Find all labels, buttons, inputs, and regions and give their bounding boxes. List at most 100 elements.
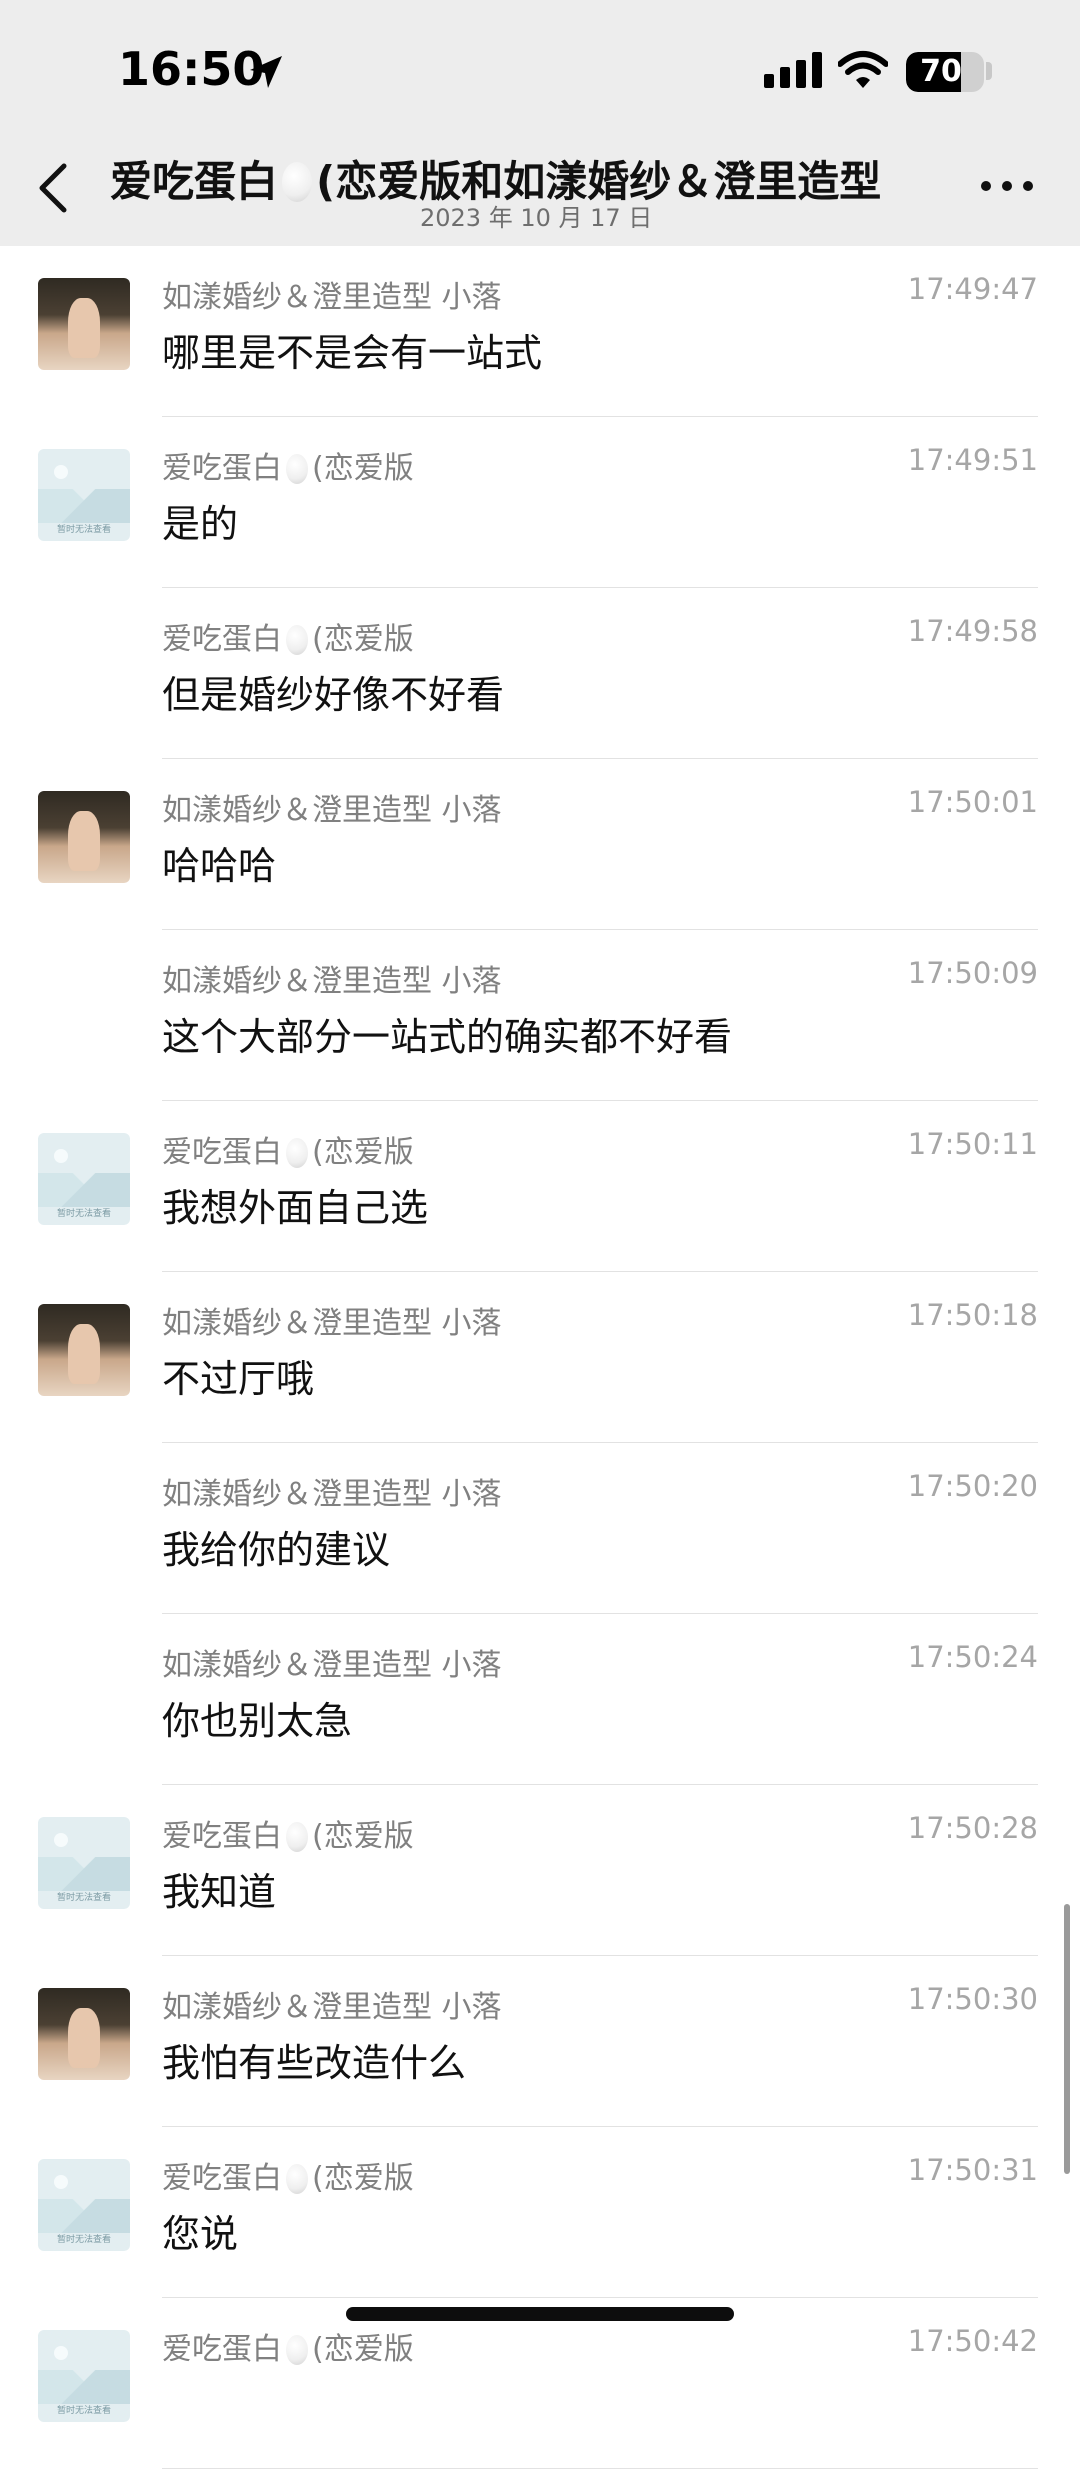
- chat-title-prefix: 爱吃蛋白: [110, 157, 279, 206]
- battery-tip: [986, 62, 992, 80]
- message-item[interactable]: 如漾婚纱＆澄里造型 小落 17:50:18 不过厅哦: [0, 1272, 1080, 1443]
- sender-name: 如漾婚纱＆澄里造型 小落: [162, 785, 502, 829]
- message-time: 17:50:01: [907, 785, 1038, 819]
- home-indicator[interactable]: [346, 2307, 734, 2321]
- sender-name-text: 如漾婚纱＆澄里造型 小落: [162, 280, 502, 315]
- egg-emoji-icon: [286, 2164, 308, 2194]
- egg-emoji-icon: [286, 454, 308, 484]
- avatar[interactable]: [38, 278, 130, 370]
- message-text: 您说: [162, 2212, 239, 2256]
- sender-name-text: 如漾婚纱＆澄里造型 小落: [162, 964, 502, 999]
- message-time: 17:50:11: [907, 1127, 1038, 1161]
- sender-name: 如漾婚纱＆澄里造型 小落: [162, 1469, 502, 1513]
- avatar-placeholder-label: 暂时无法查看: [56, 1893, 111, 1903]
- message-item[interactable]: 如漾婚纱＆澄里造型 小落 17:50:09 这个大部分一站式的确实都不好看: [0, 930, 1080, 1101]
- message-item[interactable]: 暂时无法查看 爱吃蛋白 (恋爱版 17:49:51 是的: [0, 417, 1080, 588]
- message-item[interactable]: 暂时无法查看 爱吃蛋白 (恋爱版 17:50:28 我知道: [0, 1785, 1080, 1956]
- avatar[interactable]: 暂时无法查看: [38, 2330, 130, 2422]
- avatar[interactable]: [38, 1988, 130, 2080]
- message-text: 你也别太急: [162, 1699, 353, 1743]
- sender-name-text: 如漾婚纱＆澄里造型 小落: [162, 1477, 502, 1512]
- sender-name: 爱吃蛋白 (恋爱版: [162, 443, 414, 487]
- signal-icon: [764, 52, 822, 88]
- message-time: 17:50:18: [907, 1298, 1038, 1332]
- avatar-placeholder-label: 暂时无法查看: [56, 1209, 111, 1219]
- message-text: 这个大部分一站式的确实都不好看: [162, 1015, 733, 1059]
- avatar-placeholder-label: 暂时无法查看: [56, 2406, 111, 2416]
- message-text: 哪里是不是会有一站式: [162, 331, 543, 375]
- message-item[interactable]: 如漾婚纱＆澄里造型 小落 17:50:20 我给你的建议: [0, 1443, 1080, 1614]
- avatar[interactable]: [38, 1304, 130, 1396]
- sender-name-text: 爱吃蛋白: [162, 2332, 282, 2367]
- message-time: 17:49:47: [907, 272, 1038, 306]
- sender-name: 爱吃蛋白 (恋爱版: [162, 1811, 414, 1855]
- avatar-placeholder-label: 暂时无法查看: [56, 525, 111, 535]
- sender-name-text: 如漾婚纱＆澄里造型 小落: [162, 1306, 502, 1341]
- avatar[interactable]: [38, 791, 130, 883]
- avatar-placeholder-label: 暂时无法查看: [56, 2235, 111, 2245]
- back-icon[interactable]: [34, 160, 74, 216]
- battery-percent: 70: [920, 54, 962, 89]
- location-arrow-icon: [250, 56, 282, 88]
- more-icon[interactable]: [980, 178, 1034, 194]
- message-time: 17:49:58: [907, 614, 1038, 648]
- message-item[interactable]: 如漾婚纱＆澄里造型 小落 17:49:47 哪里是不是会有一站式: [0, 246, 1080, 417]
- message-item[interactable]: 如漾婚纱＆澄里造型 小落 17:50:24 你也别太急: [0, 1614, 1080, 1785]
- sender-name-text: 爱吃蛋白: [162, 622, 282, 657]
- message-time: 17:50:42: [907, 2324, 1038, 2358]
- message-text: 我知道: [162, 1870, 277, 1914]
- sender-name: 爱吃蛋白 (恋爱版: [162, 2153, 414, 2197]
- sender-name: 爱吃蛋白 (恋爱版: [162, 1127, 414, 1171]
- message-time: 17:50:30: [907, 1982, 1038, 2016]
- sender-name: 如漾婚纱＆澄里造型 小落: [162, 1640, 502, 1684]
- message-text: 但是婚纱好像不好看: [162, 673, 505, 717]
- avatar[interactable]: 暂时无法查看: [38, 1133, 130, 1225]
- status-time: 16:50: [118, 42, 265, 96]
- message-text: 哈哈哈: [162, 844, 277, 888]
- egg-emoji-icon: [286, 625, 308, 655]
- sender-name-suffix: (恋爱版: [312, 1135, 414, 1170]
- avatar[interactable]: 暂时无法查看: [38, 2159, 130, 2251]
- message-time: 17:50:28: [907, 1811, 1038, 1845]
- sender-name-text: 如漾婚纱＆澄里造型 小落: [162, 1990, 502, 2025]
- message-text: 我怕有些改造什么: [162, 2041, 467, 2085]
- sender-name-text: 爱吃蛋白: [162, 1819, 282, 1854]
- sender-name: 爱吃蛋白 (恋爱版: [162, 614, 414, 658]
- sender-name-text: 如漾婚纱＆澄里造型 小落: [162, 793, 502, 828]
- sender-name: 如漾婚纱＆澄里造型 小落: [162, 272, 502, 316]
- message-time: 17:50:31: [907, 2153, 1038, 2187]
- sender-name-text: 爱吃蛋白: [162, 451, 282, 486]
- egg-emoji-icon: [286, 1822, 308, 1852]
- sender-name: 如漾婚纱＆澄里造型 小落: [162, 956, 502, 1000]
- sender-name-text: 爱吃蛋白: [162, 1135, 282, 1170]
- sender-name-suffix: (恋爱版: [312, 2332, 414, 2367]
- wifi-icon: [838, 51, 888, 88]
- message-item[interactable]: 暂时无法查看 爱吃蛋白 (恋爱版 17:50:31 您说: [0, 2127, 1080, 2298]
- avatar[interactable]: 暂时无法查看: [38, 1817, 130, 1909]
- message-time: 17:50:24: [907, 1640, 1038, 1674]
- top-header: 16:50 70 爱吃蛋白 (恋爱版和如漾婚纱＆澄里造型 2023 年 10 月 …: [0, 0, 1080, 246]
- message-list[interactable]: 如漾婚纱＆澄里造型 小落 17:49:47 哪里是不是会有一站式 暂时无法查看 爱吃蛋白…: [0, 246, 1080, 2469]
- message-item[interactable]: 暂时无法查看 爱吃蛋白 (恋爱版 17:50:11 我想外面自己选: [0, 1101, 1080, 1272]
- message-time: 17:50:20: [907, 1469, 1038, 1503]
- scrollbar[interactable]: [1064, 1904, 1070, 2174]
- message-time: 17:50:09: [907, 956, 1038, 990]
- sender-name-text: 如漾婚纱＆澄里造型 小落: [162, 1648, 502, 1683]
- chat-date: 2023 年 10 月 17 日: [420, 204, 653, 232]
- message-time: 17:49:51: [907, 443, 1038, 477]
- message-text: 不过厅哦: [162, 1357, 315, 1401]
- sender-name-suffix: (恋爱版: [312, 2161, 414, 2196]
- message-text: 我给你的建议: [162, 1528, 391, 1572]
- message-item[interactable]: 如漾婚纱＆澄里造型 小落 17:50:01 哈哈哈: [0, 759, 1080, 930]
- message-text: 我想外面自己选: [162, 1186, 429, 1230]
- egg-emoji-icon: [286, 1138, 308, 1168]
- message-item[interactable]: 暂时无法查看 爱吃蛋白 (恋爱版 17:50:42: [0, 2298, 1080, 2469]
- avatar[interactable]: 暂时无法查看: [38, 449, 130, 541]
- sender-name: 爱吃蛋白 (恋爱版: [162, 2324, 414, 2368]
- egg-emoji-icon: [286, 2335, 308, 2365]
- sender-name: 如漾婚纱＆澄里造型 小落: [162, 1982, 502, 2026]
- message-item[interactable]: 爱吃蛋白 (恋爱版 17:49:58 但是婚纱好像不好看: [0, 588, 1080, 759]
- message-item[interactable]: 如漾婚纱＆澄里造型 小落 17:50:30 我怕有些改造什么: [0, 1956, 1080, 2127]
- message-text: 是的: [162, 502, 239, 546]
- sender-name-suffix: (恋爱版: [312, 451, 414, 486]
